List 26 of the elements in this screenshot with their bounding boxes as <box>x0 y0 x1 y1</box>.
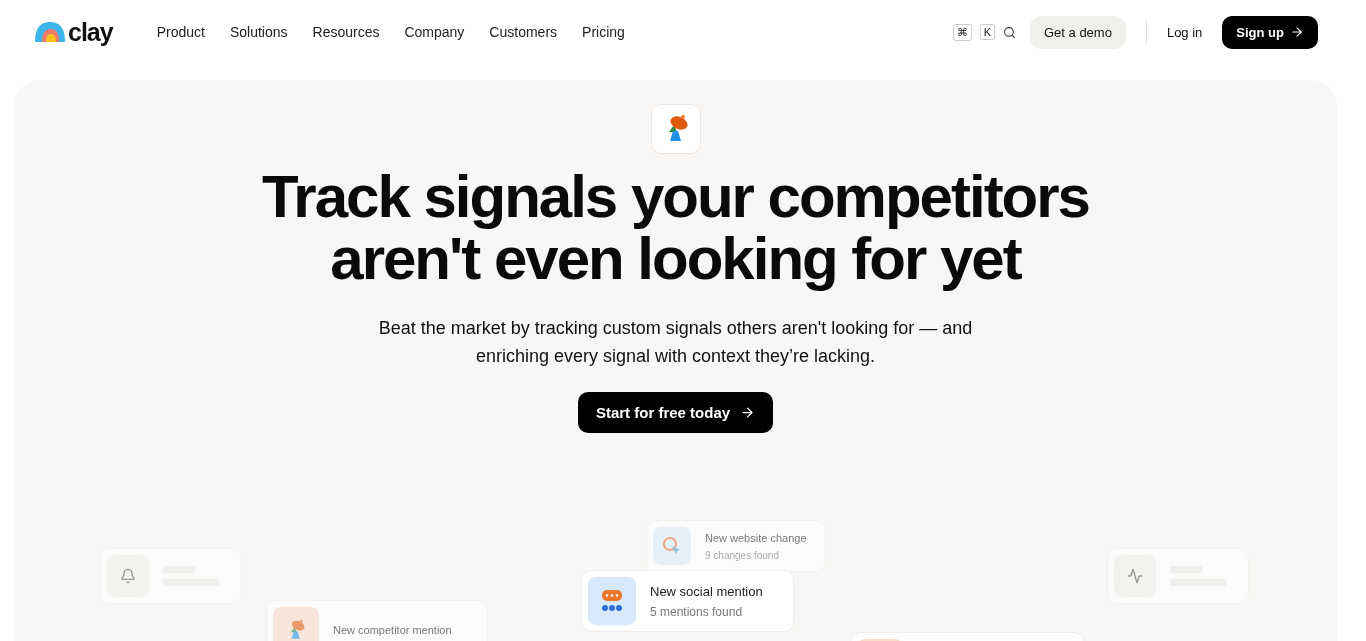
logo-icon[interactable] <box>34 20 66 44</box>
card-title: New website change <box>705 531 807 544</box>
login-link[interactable]: Log in <box>1166 24 1203 40</box>
nav-link[interactable]: Resources <box>312 24 380 40</box>
card-title: New social mention <box>650 583 763 599</box>
hero-title: Track signals your competitors aren't even looking for yet <box>261 166 1090 290</box>
nav-link[interactable]: Product <box>156 24 205 40</box>
nav-link[interactable]: Customers <box>489 24 558 40</box>
shortcut-key: K <box>979 24 995 40</box>
nav-link[interactable]: Company <box>404 24 465 40</box>
pulse-icon <box>1127 568 1143 584</box>
search-icon[interactable] <box>1002 25 1016 39</box>
shortcut-key: ⌘ <box>952 23 972 41</box>
card-subtitle: 9 changes found <box>705 549 780 561</box>
demo-button[interactable]: Get a demo <box>1029 15 1126 49</box>
card-subtitle: 5 mentions found <box>650 604 744 619</box>
logo-text[interactable]: clay <box>68 17 113 47</box>
signup-button[interactable]: Sign up <box>1222 15 1318 49</box>
hero-subtitle: Beat the market by tracking custom signals others aren't looking for — and enriching every signal with context they’re lacking. <box>377 317 974 368</box>
nav-link[interactable]: Solutions <box>229 24 288 40</box>
chat-bubble-icon <box>599 588 625 614</box>
bell-icon <box>120 568 136 584</box>
nav-link[interactable]: Pricing <box>582 24 625 40</box>
card-title: New competitor mention <box>333 624 452 636</box>
arrow-icon <box>740 405 756 420</box>
start-button[interactable]: Start for free today <box>577 392 774 433</box>
